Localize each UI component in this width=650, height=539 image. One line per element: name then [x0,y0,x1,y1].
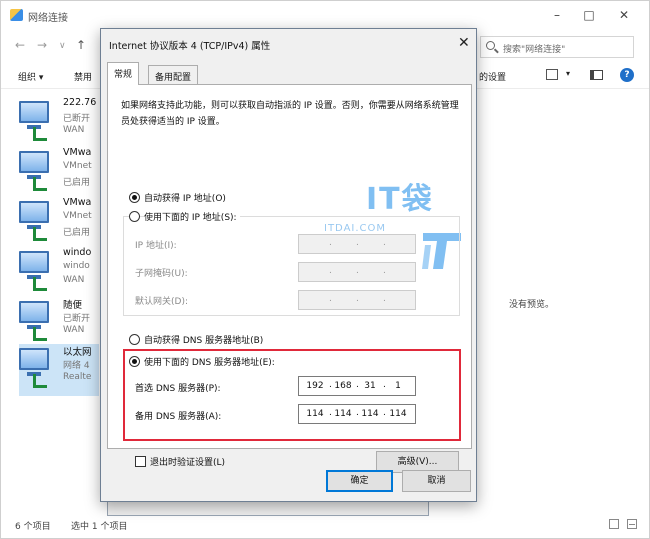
organize-label: 组织 [18,73,37,83]
tiles-view-icon[interactable] [627,519,637,529]
selected-count: 选中 1 个项目 [71,522,128,532]
help-icon[interactable]: ? [620,68,634,82]
recent-chevron-icon[interactable]: ∨ [59,41,66,51]
forward-arrow-icon[interactable]: → [37,38,47,52]
validate-on-exit-label: 退出时验证设置(L) [150,458,226,468]
ip-address-field: ... [298,234,416,254]
adapter-device: WAN [63,125,85,135]
description-text: 如果网络支持此功能，则可以获取自动指派的 IP 设置。否则，你需要从网络系统管理… [121,101,459,127]
cancel-button[interactable]: 取消 [402,470,471,492]
up-arrow-icon[interactable]: ↑ [76,38,86,52]
adapter-status: windo [63,261,90,271]
adapter-status: 已断开 [63,114,91,124]
search-input[interactable]: 搜索"网络连接" [480,36,634,58]
network-adapter-icon [19,301,49,329]
cable-icon [33,277,47,291]
adapter-item[interactable]: VMwa VMnet 已启用 [19,147,99,199]
view-options-icon[interactable] [546,69,558,80]
ip-manual-label: 使用下面的 IP 地址(S): [144,210,240,223]
adapter-device: 已启用 [63,228,91,238]
adapter-name: windo [63,247,92,258]
adapter-item-selected[interactable]: 以太网 网络 4 Realte [19,344,99,396]
organize-menu[interactable]: 组织 ▾ [18,70,43,83]
adapter-device: WAN [63,275,85,285]
network-adapter-icon [19,251,49,279]
network-adapter-icon [19,201,49,229]
explorer-titlebar: 网络连接 – □ ✕ [1,1,649,31]
ip-address-label: IP 地址(I): [135,241,177,251]
ipv4-properties-dialog: Internet 协议版本 4 (TCP/IPv4) 属性 ✕ 常规 备用配置 … [100,28,477,502]
cable-icon [33,327,47,341]
dialog-close-icon[interactable]: ✕ [458,35,470,51]
adapter-name: VMwa [63,197,92,208]
ip-manual-radio[interactable] [129,211,140,222]
change-settings-button[interactable]: 的设置 [479,70,506,83]
preview-pane-text: 没有预览。 [509,300,555,310]
tab-general[interactable]: 常规 [107,62,140,85]
cable-icon [33,227,47,241]
back-arrow-icon[interactable]: ← [15,38,25,52]
adapter-item[interactable]: VMwa VMnet 已启用 [19,197,99,249]
validate-on-exit-checkbox[interactable] [135,456,146,467]
dns-auto-label: 自动获得 DNS 服务器地址(B) [144,336,264,346]
cable-icon [33,177,47,191]
adapter-status: VMnet [63,211,92,221]
adapter-name: 222.76 [63,97,97,108]
adapter-item[interactable]: 222.76 已断开 WAN [19,97,99,149]
adapter-name: 以太网 [63,347,92,358]
adapter-device: 已启用 [63,178,91,188]
adapter-item[interactable]: windo windo WAN [19,247,99,299]
default-gateway-field: ... [298,290,416,310]
dns-highlight-box [123,349,461,441]
close-icon[interactable]: ✕ [613,5,635,25]
general-tab-panel: 如果网络支持此功能，则可以获取自动指派的 IP 设置。否则，你需要从网络系统管理… [107,84,472,473]
status-bar: 6 个项目 选中 1 个项目 [1,513,649,538]
ok-button[interactable]: 确定 [326,470,393,492]
network-folder-icon [10,9,23,21]
cable-icon [33,127,47,141]
cable-icon [33,374,47,388]
adapter-device: WAN [63,325,85,335]
network-adapter-icon [19,151,49,179]
dns-auto-radio[interactable] [129,334,140,345]
adapter-item[interactable]: 随便 已断开 WAN [19,297,99,349]
adapter-status: 网络 4 [63,361,90,371]
tab-alternate-config[interactable]: 备用配置 [148,65,199,84]
search-placeholder: 搜索"网络连接" [503,45,566,55]
adapter-device: Realte [63,372,92,382]
preview-pane-icon[interactable] [590,70,603,80]
adapter-status: 已断开 [63,314,91,324]
adapter-status: VMnet [63,161,92,171]
subnet-mask-field: ... [298,262,416,282]
network-adapter-icon [19,101,49,129]
item-count: 6 个项目 [15,522,51,532]
explorer-title: 网络连接 [28,13,68,24]
minimize-icon[interactable]: – [546,5,568,25]
maximize-icon[interactable]: □ [578,5,600,25]
subnet-mask-label: 子网掩码(U): [135,269,188,279]
organize-chevron-icon: ▾ [38,73,44,83]
adapter-name: VMwa [63,147,92,158]
default-gateway-label: 默认网关(D): [135,297,188,307]
search-icon [486,41,495,50]
view-chevron-icon[interactable]: ▾ [566,69,570,78]
adapter-name: 随便 [63,300,83,311]
dialog-title: Internet 协议版本 4 (TCP/IPv4) 属性 [109,41,271,52]
watermark-brand: IT袋 [366,182,434,217]
ip-auto-radio[interactable] [129,192,140,203]
ip-auto-label: 自动获得 IP 地址(O) [144,194,226,204]
disable-button[interactable]: 禁用 [74,70,92,83]
details-view-icon[interactable] [609,519,619,529]
network-adapter-icon [19,348,49,376]
